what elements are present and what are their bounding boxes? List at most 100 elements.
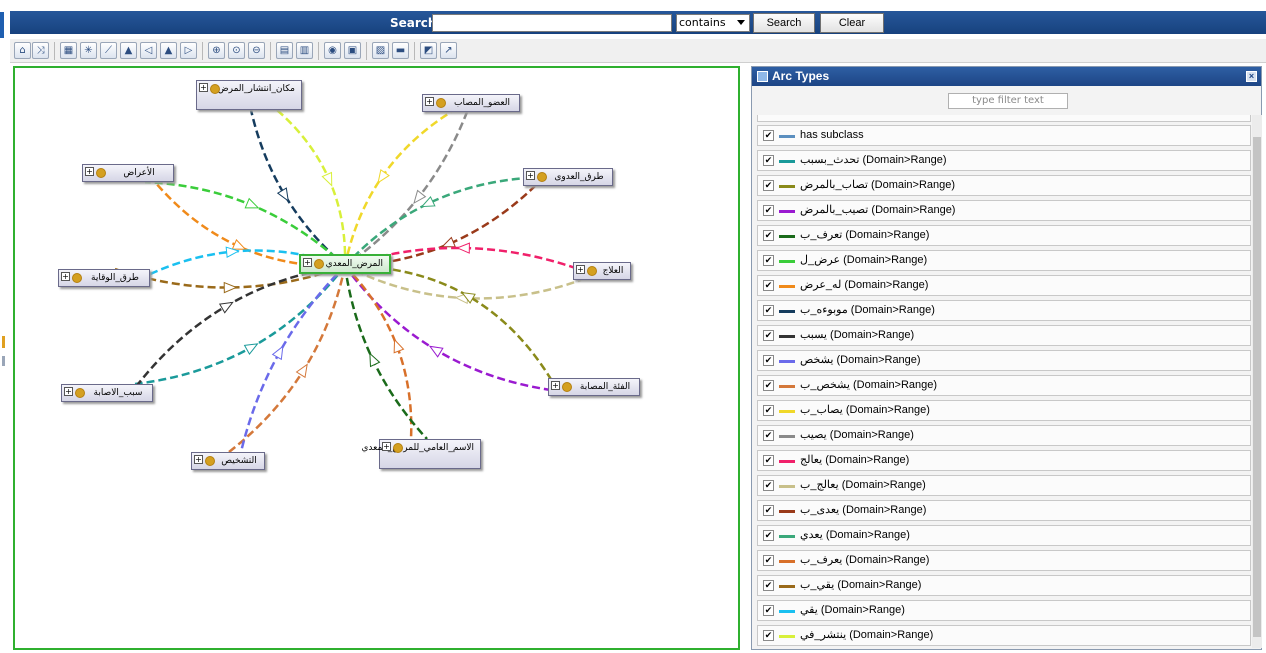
expand-icon[interactable]: + bbox=[85, 167, 94, 176]
checkbox[interactable]: ✔ bbox=[763, 530, 774, 541]
arc-type-row[interactable]: ✔ يعرف_ب (Domain>Range) bbox=[757, 550, 1251, 571]
graph-edge[interactable] bbox=[134, 265, 346, 386]
arc-type-row[interactable]: ✔ تصيب_بالمرض (Domain>Range) bbox=[757, 200, 1251, 221]
spread-icon[interactable]: ✳ bbox=[80, 42, 97, 59]
image-icon[interactable]: ▣ bbox=[344, 42, 361, 59]
checkbox[interactable]: ✔ bbox=[763, 180, 774, 191]
arc-type-row[interactable]: has individual bbox=[757, 115, 1251, 122]
tree-right-icon[interactable]: ▷ bbox=[180, 42, 197, 59]
arc-type-row[interactable]: ✔ has subclass bbox=[757, 125, 1251, 146]
expand-icon[interactable]: + bbox=[382, 442, 391, 451]
shuffle-icon[interactable]: ⤨ bbox=[32, 42, 49, 59]
expand-icon[interactable]: + bbox=[303, 258, 312, 267]
arc-type-row[interactable]: ✔ يشخص (Domain>Range) bbox=[757, 350, 1251, 371]
graph-edge[interactable] bbox=[276, 109, 347, 267]
graph-edge[interactable] bbox=[344, 264, 557, 387]
zoom-in-icon[interactable]: ⊕ bbox=[208, 42, 225, 59]
clipboard-icon[interactable]: ▤ bbox=[276, 42, 293, 59]
zoom-out-icon[interactable]: ⊖ bbox=[248, 42, 265, 59]
grid-icon[interactable]: ▦ bbox=[60, 42, 77, 59]
checkbox[interactable]: ✔ bbox=[763, 555, 774, 566]
open-folder-icon[interactable]: ▬ bbox=[392, 42, 409, 59]
graph-node[interactable]: + الأعراض bbox=[82, 164, 174, 182]
arc-type-row[interactable]: ✔ يصيب (Domain>Range) bbox=[757, 425, 1251, 446]
checkbox[interactable]: ✔ bbox=[763, 605, 774, 616]
checkbox[interactable]: ✔ bbox=[763, 130, 774, 141]
expand-icon[interactable]: + bbox=[425, 97, 434, 106]
checkbox[interactable]: ✔ bbox=[763, 255, 774, 266]
graph-edge[interactable] bbox=[343, 265, 552, 392]
save-icon[interactable]: ▨ bbox=[372, 42, 389, 59]
camera-icon[interactable]: ◉ bbox=[324, 42, 341, 59]
graph-node[interactable]: + سبب_الاصابة bbox=[61, 384, 153, 402]
close-icon[interactable]: × bbox=[1246, 71, 1257, 82]
checkbox[interactable]: ✔ bbox=[763, 580, 774, 591]
arc-type-row[interactable]: ✔ يشخص_ب (Domain>Range) bbox=[757, 375, 1251, 396]
checkbox[interactable]: ✔ bbox=[763, 355, 774, 366]
export-icon[interactable]: ↗ bbox=[440, 42, 457, 59]
search-button[interactable]: Search bbox=[753, 13, 815, 33]
search-mode-select[interactable]: contains bbox=[676, 14, 750, 32]
checkbox[interactable]: ✔ bbox=[763, 330, 774, 341]
filter-input[interactable]: type filter text bbox=[948, 93, 1068, 109]
scrollbar-thumb[interactable] bbox=[1253, 137, 1261, 637]
graph-edge[interactable] bbox=[239, 265, 346, 453]
graph-edge[interactable] bbox=[134, 264, 346, 389]
expand-icon[interactable]: + bbox=[64, 387, 73, 396]
arc-type-row[interactable]: ✔ يسبب (Domain>Range) bbox=[757, 325, 1251, 346]
arc-type-row[interactable]: ✔ له_عرض (Domain>Range) bbox=[757, 275, 1251, 296]
graph-node[interactable]: + طرق_العدوى bbox=[523, 168, 613, 186]
expand-icon[interactable]: + bbox=[576, 265, 585, 274]
search-input[interactable] bbox=[432, 14, 672, 32]
checkbox[interactable]: ✔ bbox=[763, 280, 774, 291]
home-icon[interactable]: ⌂ bbox=[14, 42, 31, 59]
expand-icon[interactable]: + bbox=[199, 83, 208, 92]
graph-node[interactable]: + طرق_الوقاية bbox=[58, 269, 150, 287]
arc-type-row[interactable]: ✔ تحدث_بسبب (Domain>Range) bbox=[757, 150, 1251, 171]
arc-type-row[interactable]: ✔ يصاب_ب (Domain>Range) bbox=[757, 400, 1251, 421]
tree-up-icon[interactable]: ▲ bbox=[160, 42, 177, 59]
graph-node[interactable]: + العضو_المصاب bbox=[422, 94, 520, 112]
expand-icon[interactable]: + bbox=[194, 455, 203, 464]
checkbox[interactable]: ✔ bbox=[763, 230, 774, 241]
arc-type-row[interactable]: ✔ ينتشر_في (Domain>Range) bbox=[757, 625, 1251, 646]
checkbox[interactable]: ✔ bbox=[763, 380, 774, 391]
expand-icon[interactable]: + bbox=[551, 381, 560, 390]
graph-edge[interactable] bbox=[249, 109, 346, 267]
zoom-reset-icon[interactable]: ⊙ bbox=[228, 42, 245, 59]
graph-edge[interactable] bbox=[343, 110, 452, 267]
expand-icon[interactable]: + bbox=[61, 272, 70, 281]
graph-node[interactable]: + الاسم_العامي_للمرض_المعدي bbox=[361, 439, 481, 469]
graph-node[interactable]: + الفئة_المصابة bbox=[548, 378, 640, 396]
arc-type-row[interactable]: ✔ موبوءه_ب (Domain>Range) bbox=[757, 300, 1251, 321]
tree-left-icon[interactable]: ◁ bbox=[140, 42, 157, 59]
checkbox[interactable]: ✔ bbox=[763, 405, 774, 416]
export-image-icon[interactable]: ◩ bbox=[420, 42, 437, 59]
arc-type-row[interactable]: ✔ يعدى_ب (Domain>Range) bbox=[757, 500, 1251, 521]
graph-panel[interactable]: + مكان_انتشار_المرض + العضو_المصاب + الأعراض +… bbox=[13, 66, 740, 650]
arc-type-row[interactable]: ✔ عرض_ل (Domain>Range) bbox=[757, 250, 1251, 271]
clear-button[interactable]: Clear bbox=[820, 13, 884, 33]
checkbox[interactable]: ✔ bbox=[763, 505, 774, 516]
checkbox[interactable]: ✔ bbox=[763, 430, 774, 441]
graph-node[interactable]: + التشخيص bbox=[191, 452, 265, 470]
tree-down-icon[interactable]: ▲ bbox=[120, 42, 137, 59]
arc-type-row[interactable]: ✔ يقي_ب (Domain>Range) bbox=[757, 575, 1251, 596]
checkbox[interactable]: ✔ bbox=[763, 205, 774, 216]
checkbox[interactable]: ✔ bbox=[763, 480, 774, 491]
arc-type-row[interactable]: ✔ تعرف_ب (Domain>Range) bbox=[757, 225, 1251, 246]
expand-icon[interactable]: + bbox=[526, 171, 535, 180]
arc-type-row[interactable]: ✔ تصاب_بالمرض (Domain>Range) bbox=[757, 175, 1251, 196]
checkbox[interactable]: ✔ bbox=[763, 305, 774, 316]
arc-type-row[interactable]: ✔ يعالج_ب (Domain>Range) bbox=[757, 475, 1251, 496]
checkbox[interactable]: ✔ bbox=[763, 155, 774, 166]
graph-node-center[interactable]: + المرض_المعدي bbox=[299, 254, 391, 274]
arc-type-row[interactable]: ✔ يعدي (Domain>Range) bbox=[757, 525, 1251, 546]
checkbox[interactable]: ✔ bbox=[763, 455, 774, 466]
filter-icon[interactable]: ▥ bbox=[296, 42, 313, 59]
arc-type-row[interactable]: ✔ يقي (Domain>Range) bbox=[757, 600, 1251, 621]
checkbox[interactable]: ✔ bbox=[763, 630, 774, 641]
radial-icon[interactable]: ⟋ bbox=[100, 42, 117, 59]
graph-edge[interactable] bbox=[344, 265, 413, 440]
graph-node[interactable]: + مكان_انتشار_المرض bbox=[196, 80, 302, 110]
